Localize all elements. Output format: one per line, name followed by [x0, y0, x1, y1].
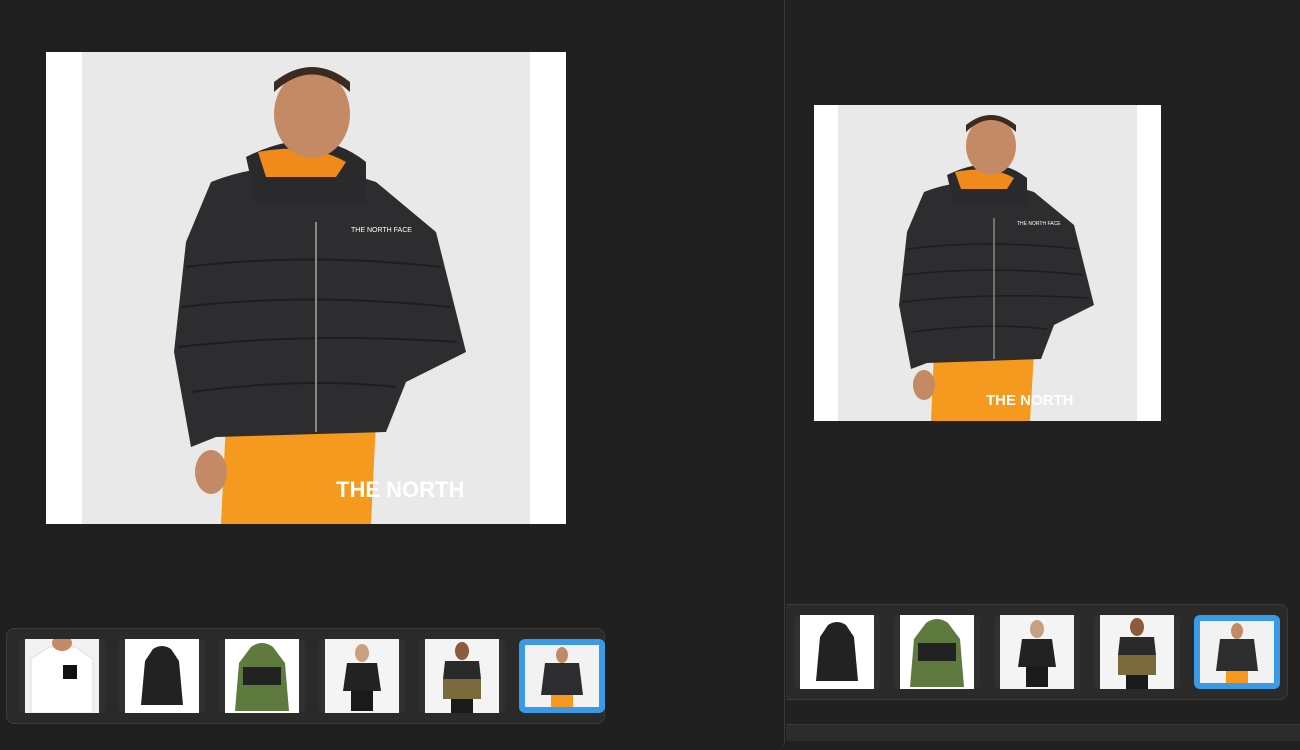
- woman-black-jacket-thumb-icon: [325, 639, 399, 713]
- thumbnail-woman-jacket[interactable]: [319, 639, 405, 713]
- olive-black-jacket-thumb-icon: [1100, 615, 1174, 689]
- pants-logo-text-right: THE NORTH: [986, 392, 1074, 409]
- thumbnail-white-tshirt[interactable]: [19, 639, 105, 713]
- right-viewer-panel: THE NORTH THE NORTH FACE: [786, 0, 1300, 750]
- horizontal-scrollbar[interactable]: [786, 724, 1300, 741]
- black-parka-thumb-icon: [800, 615, 874, 689]
- jacket-logo-text-right: THE NORTH FACE: [1017, 221, 1061, 227]
- thumbnail-black-parka[interactable]: [119, 639, 205, 713]
- thumbnail-woman-jacket-right[interactable]: [994, 615, 1080, 689]
- jacket-logo-text: THE NORTH FACE: [351, 227, 412, 234]
- black-puffer-orange-hood-thumb-icon: [525, 645, 599, 707]
- thumbnail-black-puffer-selected[interactable]: [519, 639, 605, 713]
- left-viewer-panel: THE NORTH THE NORTH FACE: [0, 0, 785, 750]
- thumbnail-olive-jacket-right[interactable]: [1094, 615, 1180, 689]
- thumbnail-strip-right: [786, 604, 1288, 700]
- green-black-jacket-thumb-icon: [900, 615, 974, 689]
- black-puffer-orange-hood-thumb-icon: [1200, 621, 1274, 683]
- thumbnail-green-jacket[interactable]: [219, 639, 305, 713]
- main-product-image-right[interactable]: THE NORTH THE NORTH FACE: [814, 105, 1161, 421]
- main-product-image[interactable]: THE NORTH THE NORTH FACE: [46, 52, 566, 524]
- thumbnail-black-parka-right[interactable]: [794, 615, 880, 689]
- olive-black-jacket-thumb-icon: [425, 639, 499, 713]
- thumbnail-strip: [6, 628, 605, 724]
- woman-black-jacket-thumb-icon: [1000, 615, 1074, 689]
- thumbnail-black-puffer-selected-right[interactable]: [1194, 615, 1280, 689]
- black-parka-thumb-icon: [125, 639, 199, 713]
- thumbnail-olive-jacket[interactable]: [419, 639, 505, 713]
- thumbnail-green-jacket-right[interactable]: [894, 615, 980, 689]
- white-tshirt-thumb-icon: [25, 639, 99, 713]
- pants-logo-text: THE NORTH: [336, 477, 464, 502]
- green-black-jacket-thumb-icon: [225, 639, 299, 713]
